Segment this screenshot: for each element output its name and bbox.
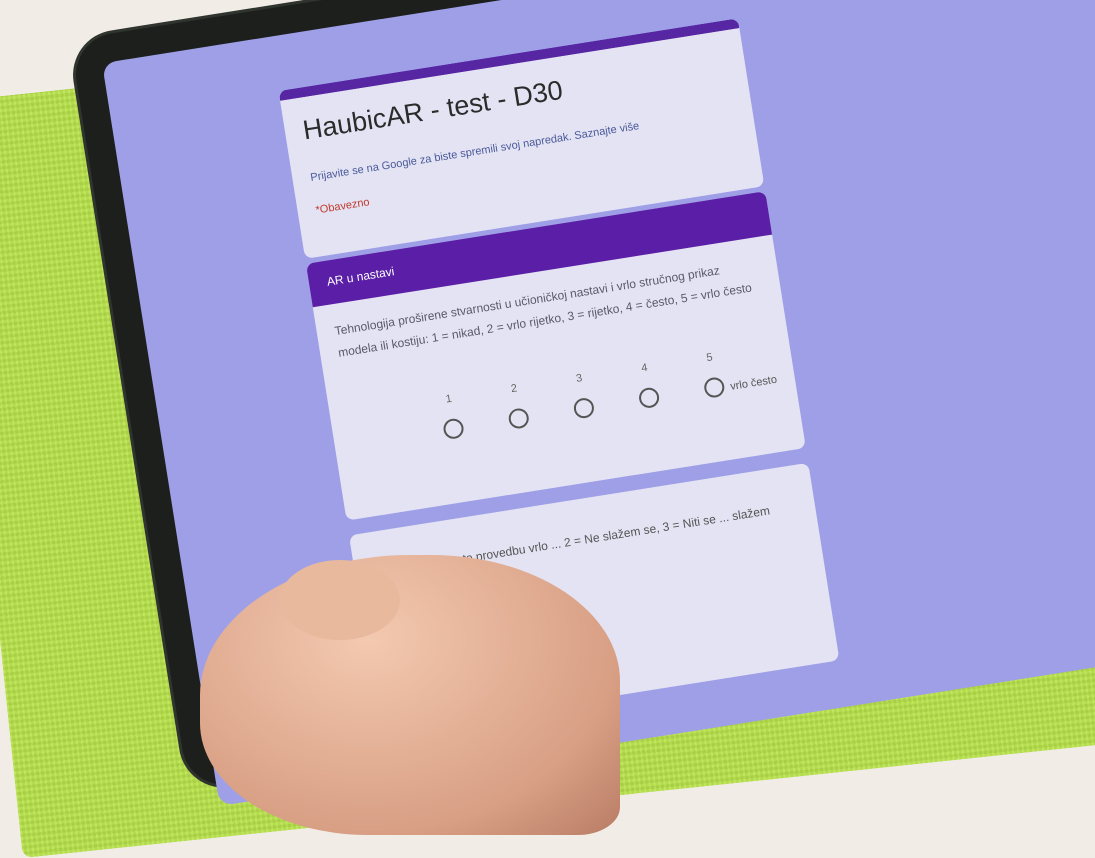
scale-label: 3 — [575, 372, 584, 385]
form-title: HaubicAR - test - D30 — [300, 74, 565, 146]
radio-option-3[interactable] — [572, 396, 596, 420]
radio-option-1[interactable] — [442, 417, 465, 441]
scale-label: 5 — [705, 351, 714, 365]
scale-label: 4 — [640, 361, 649, 375]
scale-end-label: vrlo često — [729, 373, 778, 393]
required-note: *Obavezno — [314, 196, 371, 217]
radio-option-5[interactable] — [702, 376, 726, 399]
radio-option-2[interactable] — [507, 407, 531, 430]
thumb — [280, 560, 400, 640]
section-title: AR u nastavi — [325, 264, 396, 289]
hand — [200, 555, 620, 835]
radio-option-4[interactable] — [637, 386, 661, 410]
scale-label: 2 — [510, 382, 518, 396]
scale-label: 1 — [444, 392, 453, 406]
linear-scale: 1 2 3 4 5 — [438, 350, 726, 441]
